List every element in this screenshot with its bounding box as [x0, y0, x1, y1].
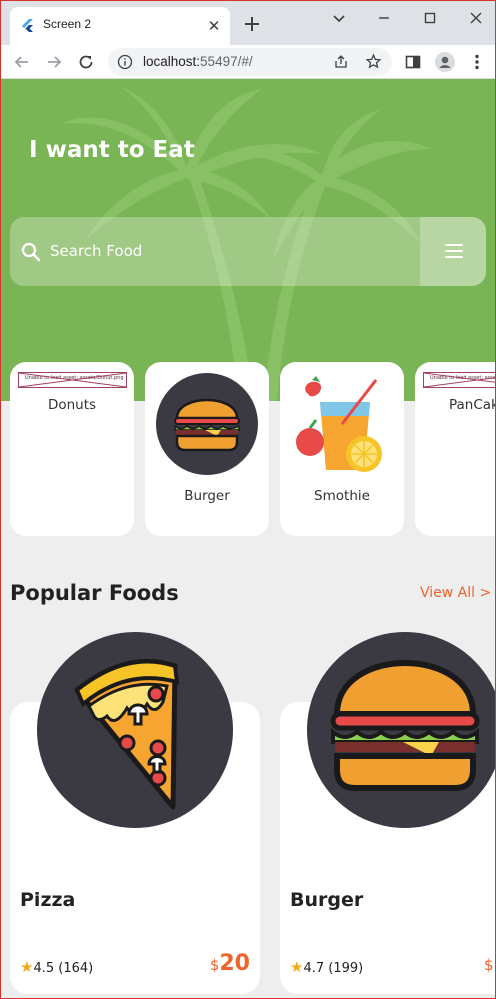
tab-search-icon[interactable]	[328, 7, 350, 29]
url-path: 55497/#/	[200, 54, 253, 69]
star-icon: ★	[290, 958, 304, 976]
pizza-image	[37, 632, 233, 828]
tab-close-icon[interactable]: ✕	[204, 16, 224, 36]
category-card-smoothie[interactable]: Smothie	[280, 362, 404, 536]
search-icon	[21, 242, 41, 262]
share-icon[interactable]	[333, 54, 349, 70]
profile-avatar-icon[interactable]	[434, 51, 456, 73]
category-label: Smothie	[314, 488, 370, 504]
price-value: 1	[494, 951, 495, 976]
category-card-burger[interactable]: Burger	[145, 362, 269, 536]
burger-icon	[156, 373, 258, 475]
url-host: localhost:	[143, 54, 201, 69]
info-icon[interactable]	[117, 54, 133, 70]
food-price: $1	[484, 951, 495, 976]
menu-icon-line	[445, 256, 463, 258]
search-input[interactable]: Search Food	[50, 242, 142, 260]
tab-title: Screen 2	[43, 17, 92, 31]
broken-image-icon: Unable to load asset: assets/Donut.png	[423, 372, 495, 388]
food-rating: ★4.5 (164)	[20, 958, 93, 976]
minimize-icon[interactable]	[373, 7, 395, 29]
back-icon[interactable]	[11, 51, 33, 73]
food-rating: ★4.7 (199)	[290, 958, 363, 976]
address-bar: localhost:55497/#/	[1, 45, 495, 79]
food-name: Pizza	[20, 889, 76, 911]
currency-symbol: $	[209, 956, 220, 974]
url-text: localhost:55497/#/	[143, 54, 253, 69]
filter-menu-button[interactable]	[420, 217, 486, 286]
menu-icon-line	[445, 250, 463, 252]
search-bar[interactable]: Search Food	[10, 217, 486, 286]
category-label: Burger	[184, 488, 230, 504]
pizza-icon	[74, 658, 180, 810]
reload-icon[interactable]	[75, 51, 97, 73]
category-label: PanCak	[449, 397, 495, 413]
app-screen: I want to Eat Search Food Unable to load…	[1, 79, 495, 998]
section-title: Popular Foods	[10, 581, 179, 605]
burger-icon	[330, 660, 480, 791]
food-name: Burger	[290, 889, 364, 911]
category-card-donuts[interactable]: Unable to load asset: assets/Donut.png D…	[10, 362, 134, 536]
category-label: Donuts	[47, 397, 97, 413]
flutter-icon	[22, 19, 33, 32]
forward-icon[interactable]	[43, 51, 65, 73]
food-price: $20	[210, 951, 250, 976]
burger-image	[307, 632, 495, 828]
broken-image-icon: Unable to load asset: assets/Donut.png	[18, 372, 127, 388]
star-icon: ★	[20, 958, 34, 976]
rating-text: 4.7 (199)	[303, 961, 364, 976]
category-card-pancake[interactable]: Unable to load asset: assets/Donut.png P…	[415, 362, 495, 536]
smoothie-icon	[296, 376, 382, 472]
view-all-link[interactable]: View All >	[420, 585, 491, 601]
maximize-icon[interactable]	[419, 7, 441, 29]
browser-tab[interactable]: Screen 2 ✕	[10, 7, 230, 45]
currency-symbol: $	[484, 956, 494, 974]
side-panel-icon[interactable]	[402, 51, 424, 73]
bookmark-star-icon[interactable]	[365, 53, 382, 70]
more-menu-icon[interactable]	[466, 51, 488, 73]
close-window-icon[interactable]	[465, 7, 487, 29]
rating-text: 4.5 (164)	[33, 961, 94, 976]
url-field[interactable]: localhost:55497/#/	[108, 48, 392, 76]
price-value: 20	[219, 951, 250, 976]
new-tab-icon[interactable]	[241, 13, 263, 35]
menu-icon-line	[445, 244, 463, 246]
tab-strip: Screen 2 ✕	[1, 1, 495, 45]
header-banner: I want to Eat Search Food	[1, 79, 495, 401]
page-title: I want to Eat	[29, 137, 195, 163]
browser-window: Screen 2 ✕ localhost:55497/#/ I want to …	[0, 0, 496, 999]
